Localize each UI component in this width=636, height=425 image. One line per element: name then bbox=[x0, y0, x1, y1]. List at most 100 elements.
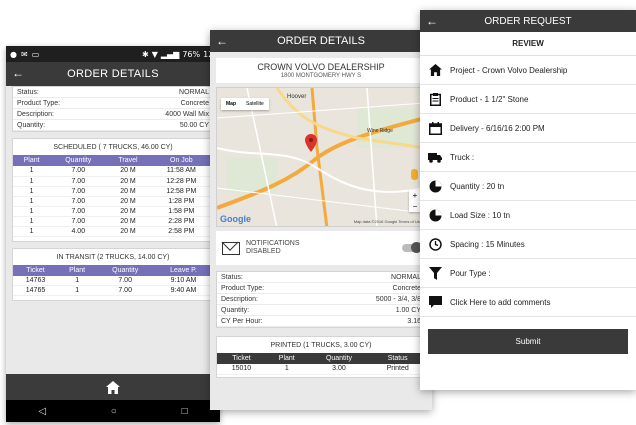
funnel-icon bbox=[428, 266, 442, 280]
review-item-label: Quantity : 20 tn bbox=[450, 181, 505, 191]
summary-row: Description: 4000 Wall Mix bbox=[13, 109, 213, 120]
review-item-delivery[interactable]: Delivery - 6/16/16 2:00 PM bbox=[420, 114, 636, 143]
map-pin-icon[interactable] bbox=[305, 134, 317, 152]
review-item-comments[interactable]: Click Here to add comments bbox=[420, 288, 636, 317]
in-transit-title: IN TRANSIT (2 TRUCKS, 14.00 CY) bbox=[56, 253, 170, 261]
home-icon bbox=[428, 63, 442, 77]
summary-value: Concrete bbox=[180, 99, 209, 107]
summary-value: NORMAL bbox=[179, 88, 209, 96]
table-cell: 1 bbox=[58, 275, 97, 286]
android-nav-bar: ◁ ○ □ bbox=[6, 400, 220, 422]
info-row: Product Type: Concrete bbox=[217, 283, 425, 294]
map-tab[interactable]: Map bbox=[221, 98, 241, 110]
table-cell: 1 bbox=[13, 186, 51, 197]
review-item-product[interactable]: Product - 1 1/2" Stone bbox=[420, 85, 636, 114]
review-item-load-size[interactable]: Load Size : 10 tn bbox=[420, 201, 636, 230]
table-cell: 1 bbox=[13, 166, 51, 177]
review-heading: REVIEW bbox=[420, 32, 636, 56]
back-arrow-icon[interactable]: ← bbox=[216, 34, 228, 48]
pie-chart-icon bbox=[428, 208, 442, 222]
street-view-icon[interactable] bbox=[411, 169, 418, 180]
column-header: Travel bbox=[106, 155, 150, 166]
notification-icon: ● bbox=[10, 49, 17, 59]
message-icon: ✉ bbox=[20, 49, 28, 59]
home-icon[interactable] bbox=[106, 380, 120, 394]
info-row: Description: 5000 - 3/4, 3/8 bbox=[217, 294, 425, 305]
summary-label: Product Type: bbox=[17, 99, 61, 107]
info-label: CY Per Hour: bbox=[221, 317, 263, 325]
column-header: Ticket bbox=[217, 353, 266, 364]
review-item-quantity[interactable]: Quantity : 20 tn bbox=[420, 172, 636, 201]
nav-home-icon[interactable]: ○ bbox=[111, 406, 117, 417]
nav-recents-icon[interactable]: □ bbox=[182, 406, 188, 417]
column-header: Ticket bbox=[13, 264, 59, 276]
app-header: ← ORDER DETAILS bbox=[6, 62, 220, 86]
review-item-label: Delivery - 6/16/16 2:00 PM bbox=[450, 123, 545, 133]
notifications-label: NOTIFICATIONS DISABLED bbox=[246, 240, 402, 256]
table-cell: 9:10 AM bbox=[154, 275, 213, 286]
comment-icon bbox=[428, 295, 442, 309]
table-cell: 20 M bbox=[106, 176, 150, 187]
nav-back-icon[interactable]: ◁ bbox=[38, 406, 46, 417]
phone-order-details-left: ● ✉ ▭ ✱ ▼ ▂▄▆ 76% 12: ← ORDER DETAILS St… bbox=[6, 46, 220, 422]
back-arrow-icon[interactable]: ← bbox=[426, 14, 438, 28]
printed-title: PRINTED (1 TRUCKS, 3.00 CY) bbox=[270, 342, 372, 349]
summary-label: Description: bbox=[17, 110, 54, 118]
bluetooth-icon: ✱ bbox=[142, 49, 149, 59]
table-cell: 1:28 PM bbox=[149, 196, 213, 207]
review-item-project[interactable]: Project - Crown Volvo Dealership bbox=[420, 56, 636, 85]
review-item-pour-type[interactable]: Pour Type : bbox=[420, 259, 636, 288]
review-item-truck[interactable]: Truck : bbox=[420, 143, 636, 172]
table-cell: 7.00 bbox=[96, 285, 155, 296]
info-value: 3.16 bbox=[407, 317, 421, 325]
table-cell: 2:58 PM bbox=[149, 226, 213, 237]
page-title: ORDER DETAILS bbox=[277, 35, 365, 47]
review-item-label: Project - Crown Volvo Dealership bbox=[450, 65, 568, 75]
info-row: Quantity: 1.00 CY bbox=[217, 305, 425, 316]
table-cell: 20 M bbox=[106, 206, 150, 217]
app-header: ← ORDER REQUEST bbox=[420, 10, 636, 32]
table-cell: 1 bbox=[13, 206, 51, 217]
clipboard-icon bbox=[428, 92, 442, 106]
table-cell: 1 bbox=[13, 176, 51, 187]
table-cell: 2:28 PM bbox=[149, 216, 213, 227]
bottom-home-bar bbox=[6, 374, 220, 400]
table-cell: 9:40 AM bbox=[154, 285, 213, 296]
map-credit[interactable]: Map data ©2016 Google Terms of Use bbox=[354, 219, 422, 224]
column-header: Quantity bbox=[96, 264, 155, 276]
column-header: On Job bbox=[149, 155, 213, 166]
info-label: Description: bbox=[221, 295, 258, 303]
back-arrow-icon[interactable]: ← bbox=[12, 66, 24, 80]
summary-row: Status: NORMAL bbox=[13, 87, 213, 98]
table-row: 1 7.00 20 M 11:58 AM bbox=[13, 166, 213, 177]
scheduled-card: SCHEDULED ( 7 TRUCKS, 46.00 CY) Plant Qu… bbox=[12, 138, 214, 242]
satellite-tab[interactable]: Satellite bbox=[241, 98, 269, 110]
app-header: ← ORDER DETAILS bbox=[210, 30, 432, 52]
column-header: Quantity bbox=[50, 155, 107, 166]
notifications-toggle[interactable] bbox=[402, 242, 422, 253]
clock-icon bbox=[428, 237, 442, 251]
notifications-label-line2: DISABLED bbox=[246, 248, 281, 255]
phone-order-request-right: ← ORDER REQUEST REVIEW Project - Crown V… bbox=[420, 10, 636, 390]
table-cell: 20 M bbox=[106, 226, 150, 237]
submit-button[interactable]: Submit bbox=[428, 329, 628, 354]
info-label: Status: bbox=[221, 273, 243, 281]
wifi-icon: ▼ bbox=[151, 49, 158, 59]
table-cell: 7.00 bbox=[50, 166, 107, 177]
table-cell: 7.00 bbox=[50, 196, 107, 207]
info-value: Concrete bbox=[392, 284, 421, 292]
review-item-label: Load Size : 10 tn bbox=[450, 210, 511, 220]
review-item-spacing[interactable]: Spacing : 15 Minutes bbox=[420, 230, 636, 259]
location-map[interactable]: Map Satellite Hoover Wine Ridge + − Goog… bbox=[216, 87, 426, 227]
table-cell: 14763 bbox=[13, 275, 59, 286]
table-row: 15010 1 3.00 Printed bbox=[217, 364, 425, 375]
table-row: 1 7.00 20 M 12:28 PM bbox=[13, 176, 213, 187]
page-title: ORDER REQUEST bbox=[484, 15, 572, 27]
table-row: 14763 1 7.00 9:10 AM bbox=[13, 275, 213, 286]
table-cell: 20 M bbox=[106, 166, 150, 177]
table-cell: 1 bbox=[13, 196, 51, 207]
table-cell: 1 bbox=[13, 226, 51, 237]
table-cell: 1:58 PM bbox=[149, 206, 213, 217]
dealer-address: 1800 MONTGOMERY HWY S bbox=[280, 73, 362, 79]
table-cell: 11:58 AM bbox=[149, 166, 213, 177]
